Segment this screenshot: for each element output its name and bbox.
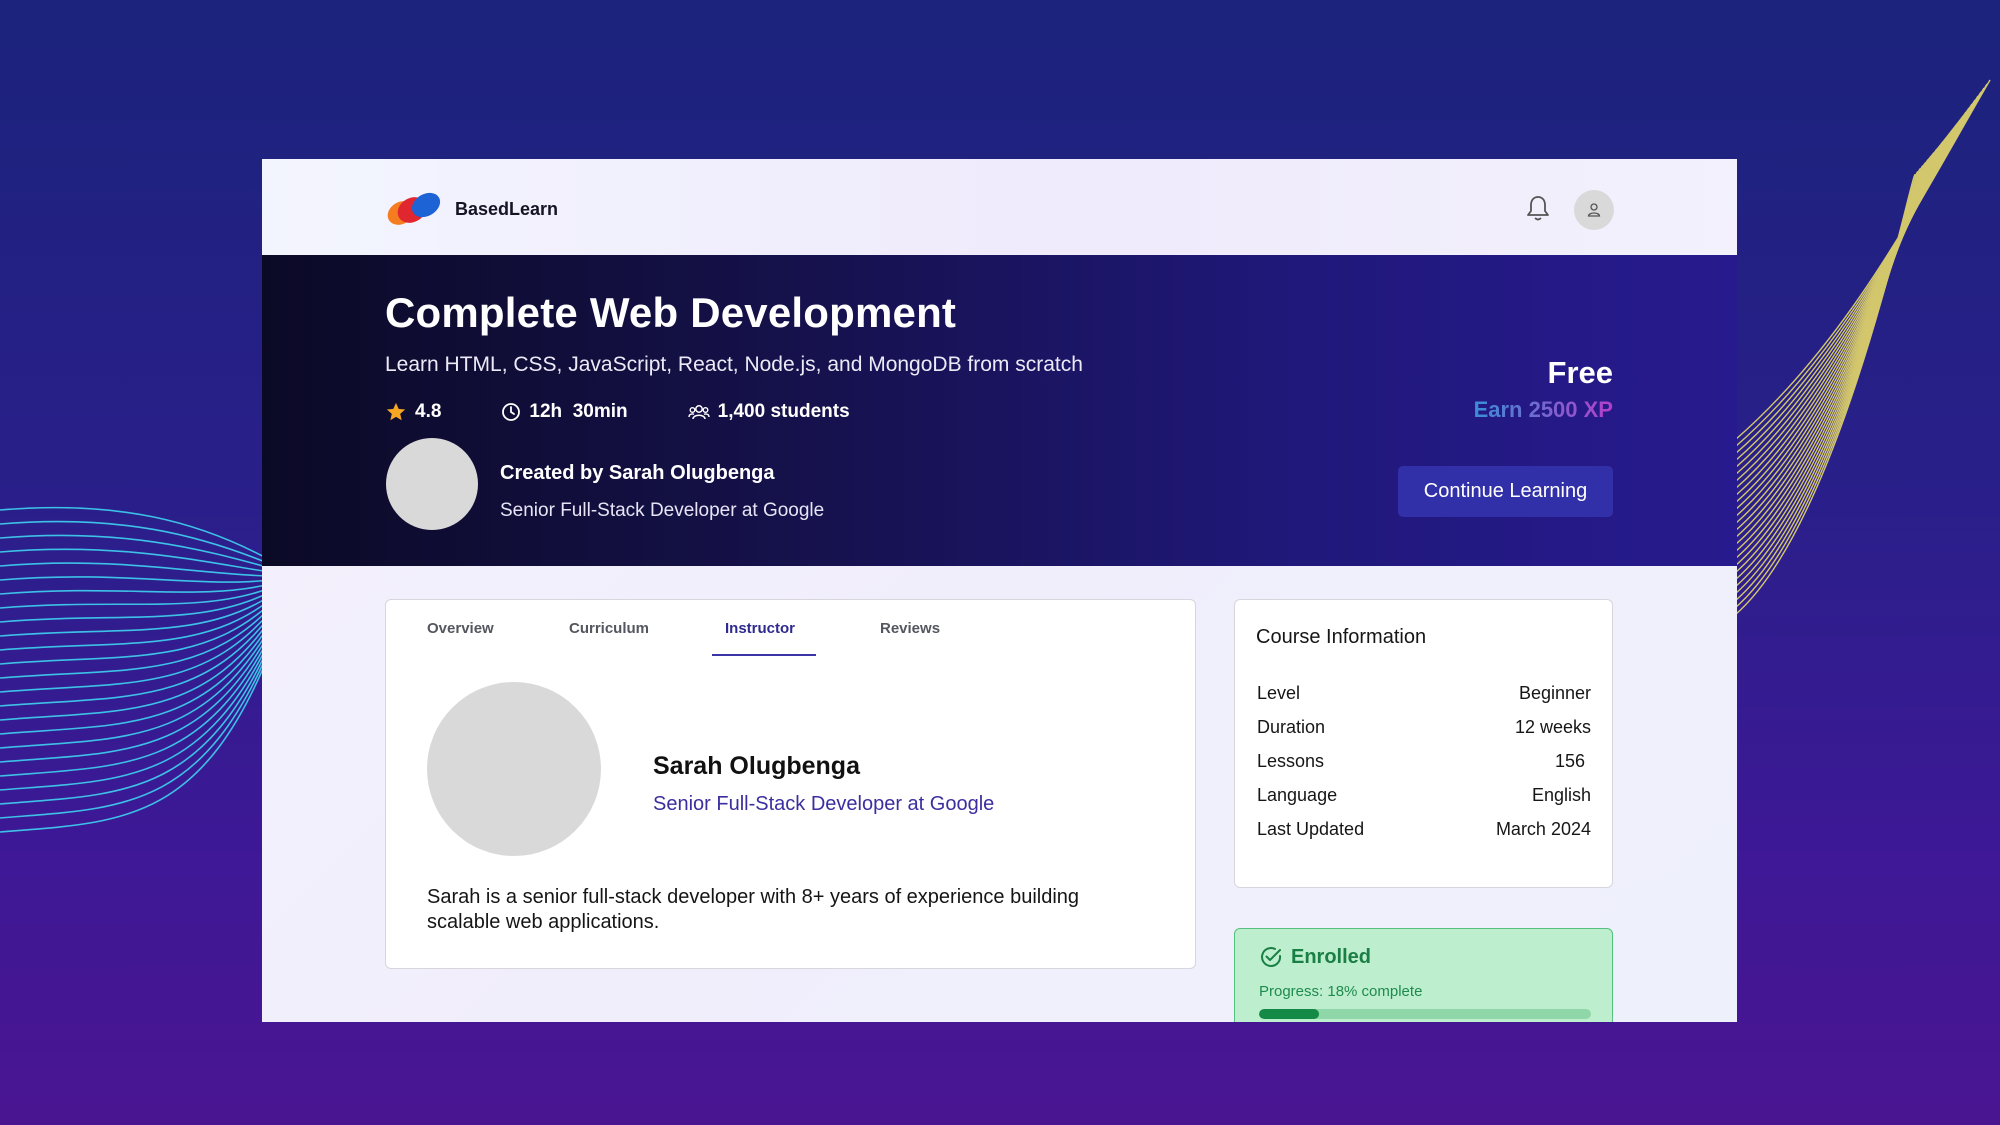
enrollment-status: Enrolled [1259, 945, 1371, 969]
course-hero: Complete Web Development Learn HTML, CSS… [262, 255, 1737, 566]
info-value: 156 [1554, 750, 1585, 771]
course-information-title: Course Information [1256, 626, 1427, 648]
brand-logo-icon [387, 192, 441, 225]
info-value: Beginner [1518, 682, 1591, 703]
students-count: 1,400 students [717, 401, 850, 422]
xp-reward: Earn 2500 XP [1473, 397, 1613, 422]
creator-avatar [386, 438, 478, 530]
course-meta: 4.8 12h 30min 1,400 students [385, 401, 910, 423]
tab-reviews[interactable]: Reviews [880, 620, 940, 637]
tab-overview[interactable]: Overview [427, 620, 494, 637]
info-value: 12 weeks [1514, 716, 1591, 737]
users-icon [687, 405, 710, 420]
rating-value: 4.8 [415, 401, 442, 422]
progress-text: Progress: 18% complete [1259, 983, 1423, 1000]
user-avatar-button[interactable] [1574, 190, 1614, 230]
active-tab-indicator [712, 654, 816, 656]
info-row-lessons: Lessons 156 [1257, 744, 1591, 778]
creator-role: Senior Full-Stack Developer at Google [500, 500, 825, 521]
bell-icon[interactable] [1524, 193, 1552, 223]
continue-learning-button[interactable]: Continue Learning [1398, 466, 1613, 517]
course-price: Free [1547, 355, 1613, 390]
course-information-list: Level Beginner Duration 12 weeks Lessons… [1257, 676, 1591, 846]
info-row-duration: Duration 12 weeks [1257, 710, 1591, 744]
top-navigation: BasedLearn [262, 159, 1737, 255]
course-details-card: Overview Curriculum Instructor Reviews S… [385, 599, 1196, 969]
course-tabs: Overview Curriculum Instructor Reviews [386, 600, 1195, 656]
course-information-card: Course Information Level Beginner Durati… [1234, 599, 1613, 888]
progress-bar-fill [1259, 1009, 1319, 1019]
check-circle-icon [1261, 947, 1282, 967]
duration-value: 12h 30min [529, 401, 628, 422]
star-icon [386, 402, 406, 421]
instructor-bio: Sarah is a senior full-stack developer w… [427, 886, 1080, 933]
info-label: Level [1257, 682, 1301, 703]
info-label: Duration [1257, 716, 1326, 737]
info-label: Last Updated [1257, 818, 1365, 839]
instructor-role: Senior Full-Stack Developer at Google [653, 793, 995, 815]
instructor-name: Sarah Olugbenga [653, 752, 860, 780]
duration: 12h 30min [501, 401, 628, 423]
info-row-last-updated: Last Updated March 2024 [1257, 812, 1591, 846]
students: 1,400 students [687, 401, 850, 423]
instructor-avatar [427, 682, 601, 856]
clock-icon [502, 403, 521, 421]
tab-instructor[interactable]: Instructor [725, 620, 795, 637]
info-label: Language [1257, 784, 1338, 805]
course-title: Complete Web Development [385, 289, 957, 336]
enrollment-status-card: Enrolled Progress: 18% complete [1234, 928, 1613, 1022]
info-value: March 2024 [1495, 818, 1591, 839]
info-label: Lessons [1257, 750, 1325, 771]
brand[interactable]: BasedLearn [385, 191, 558, 227]
rating: 4.8 [385, 401, 441, 423]
info-row-language: Language English [1257, 778, 1591, 812]
creator-name: Created by Sarah Olugbenga [500, 462, 775, 484]
user-icon [1587, 203, 1601, 217]
tab-curriculum[interactable]: Curriculum [569, 620, 649, 637]
info-row-level: Level Beginner [1257, 676, 1591, 710]
info-value: English [1531, 784, 1591, 805]
brand-name: BasedLearn [455, 198, 559, 219]
app-window: BasedLearn Complete Web Development Lear… [262, 159, 1737, 1022]
course-subtitle: Learn HTML, CSS, JavaScript, React, Node… [385, 353, 1083, 376]
progress-bar [1259, 1009, 1591, 1019]
enrollment-status-label: Enrolled [1291, 945, 1372, 968]
